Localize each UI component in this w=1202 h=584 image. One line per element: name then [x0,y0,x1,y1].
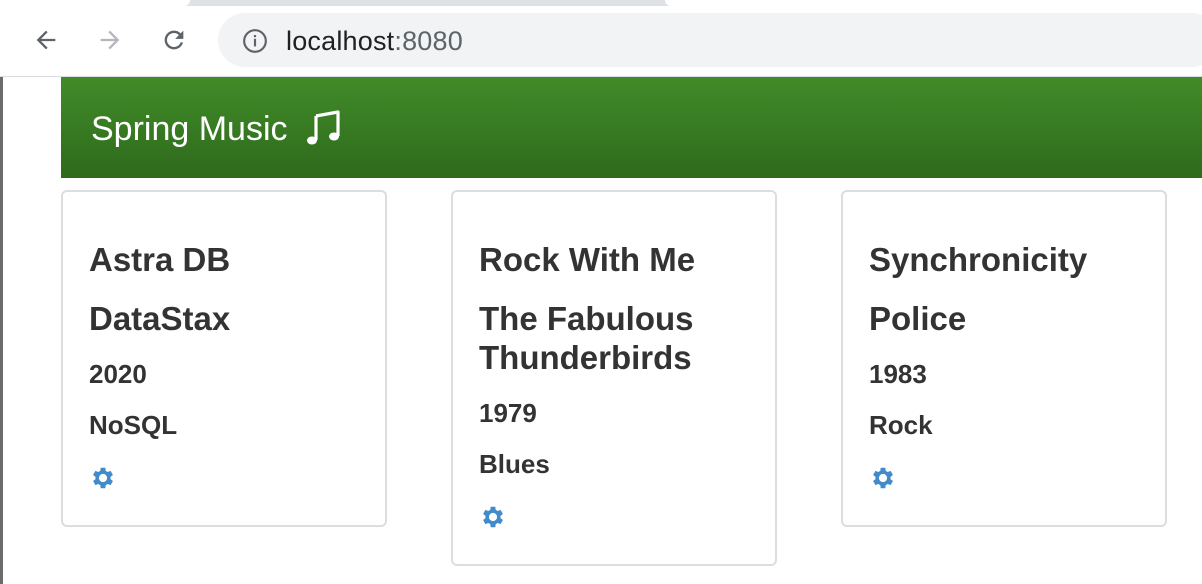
album-artist[interactable]: Police [869,299,1149,338]
album-year[interactable]: 2020 [89,359,147,389]
album-title[interactable]: Rock With Me [479,240,695,280]
album-title[interactable]: Synchronicity [869,240,1087,280]
address-bar[interactable]: localhost:8080 [218,13,1202,67]
browser-toolbar: localhost:8080 [0,6,1202,77]
gear-icon[interactable] [479,503,507,531]
album-card: Astra DB DataStax 2020 NoSQL [61,190,387,527]
brand-title: Spring Music [91,110,288,148]
gear-icon[interactable] [869,464,897,492]
reload-icon [164,30,184,50]
gear-icon[interactable] [89,464,117,492]
url-text: localhost:8080 [286,26,463,57]
back-arrow-icon [36,30,56,50]
url-port: :8080 [394,26,463,56]
brand-link[interactable]: Spring Music [91,109,341,149]
album-genre[interactable]: Blues [479,449,550,479]
album-artist[interactable]: The Fabulous Thunderbirds [479,299,759,377]
album-title[interactable]: Astra DB [89,240,230,280]
forward-arrow-icon [100,30,120,50]
url-host: localhost [286,26,395,56]
album-artist[interactable]: DataStax [89,299,369,338]
reload-button[interactable] [154,20,194,60]
album-card: Synchronicity Police 1983 Rock [841,190,1167,527]
album-year[interactable]: 1979 [479,398,537,428]
window-edge [0,77,3,584]
info-icon[interactable] [242,28,268,54]
forward-button[interactable] [90,20,130,60]
album-genre[interactable]: Rock [869,410,933,440]
album-genre[interactable]: NoSQL [89,410,177,440]
album-year[interactable]: 1983 [869,359,927,389]
album-card: Rock With Me The Fabulous Thunderbirds 1… [451,190,777,566]
music-note-icon [306,110,340,145]
app-navbar: Spring Music [61,77,1202,178]
back-button[interactable] [26,20,66,60]
